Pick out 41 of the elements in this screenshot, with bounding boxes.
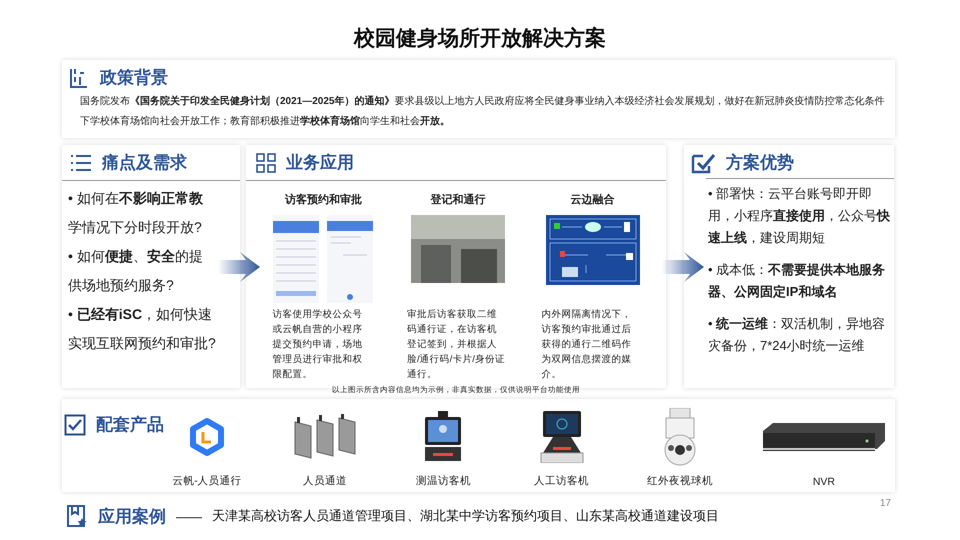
policy-text: 国务院发布《国务院关于印发全民健身计划（2021—2025年）的通知》要求县级以上地方人民政府应将全民健身事业纳入本级经济社会发展规划，做好在新冠肺炎疫情防控常态化条件下学校体育场馆向社会开放工作；教育部积极推进学校体育场馆向学生和社会开放。 [80,94,885,129]
product-name: 人员通道 [303,474,348,488]
app-description: 内外网隔离情况下，访客预约审批通过后获得的通行二维码作为双网信息摆渡的媒介。 [540,308,633,382]
section-heading: 业务应用 [286,152,354,174]
turnstile-gates-drawing [293,414,358,460]
cases-text: 天津某高校访客人员通道管理项目、湖北某中学访客预约项目、山东某高校通道建设项目 [212,507,719,525]
app-title: 云边融合 [570,192,615,207]
checkmark-icon [690,152,716,174]
product-name: 红外夜视球机 [646,474,713,488]
section-heading: 方案优势 [726,152,794,174]
arrow-icon [662,252,704,282]
app-description: 审批后访客获取二维码通行证，在访客机登记签到，并根据人脸/通行码/卡片/身份证通行。 [406,308,506,382]
logo-icon [188,418,226,456]
checkbox-icon [64,414,86,436]
section-heading: 痛点及需求 [102,152,187,174]
app-title: 登记和通行 [430,192,486,207]
bookmark-icon [66,504,88,528]
product-name: 人工访客机 [534,474,590,488]
advantage-text: • 成本低：不需要提供本地服务器、公网固定IP和域名 [707,261,886,301]
section-heading: 政策背景 [100,67,168,89]
section-heading: 配套产品 [96,414,164,436]
grid-icon [256,152,276,172]
document-icon [68,66,90,88]
product-name: NVR [812,476,836,488]
pain-point-text: • 如何便捷、安全的提供场地预约服务? [67,247,204,295]
list-icon [70,152,92,172]
visitor-terminal-drawing [423,410,464,462]
section-heading: 应用案例 [98,506,166,528]
product-name: 云帆-人员通行 [172,474,242,488]
arrow-icon [218,252,260,282]
product-name: 测温访客机 [416,474,471,488]
app-description: 访客使用学校公众号或云帆自营的小程序提交预约申请，场地管理员进行审批和权限配置。 [271,308,364,382]
advantage-text: • 统一运维：双活机制，异地容灾备份，7*24小时统一运维 [707,315,886,355]
advantage-text: • 部署快：云平台账号即开即用，小程序直接使用，公众号快速上线，建设周期短 [707,185,891,247]
pain-point-text: • 如何在不影响正常教学情况下分时段开放? [67,189,204,237]
pain-point-text: • 已经有iSC，如何快速实现互联网预约和审批? [67,305,216,353]
slide-title: 校园健身场所开放解决方案 [352,26,607,52]
kiosk-drawing [538,410,585,462]
app-title: 访客预约和审批 [284,192,362,207]
page-number: 17 [880,498,891,509]
dash-separator: —— [176,508,202,524]
